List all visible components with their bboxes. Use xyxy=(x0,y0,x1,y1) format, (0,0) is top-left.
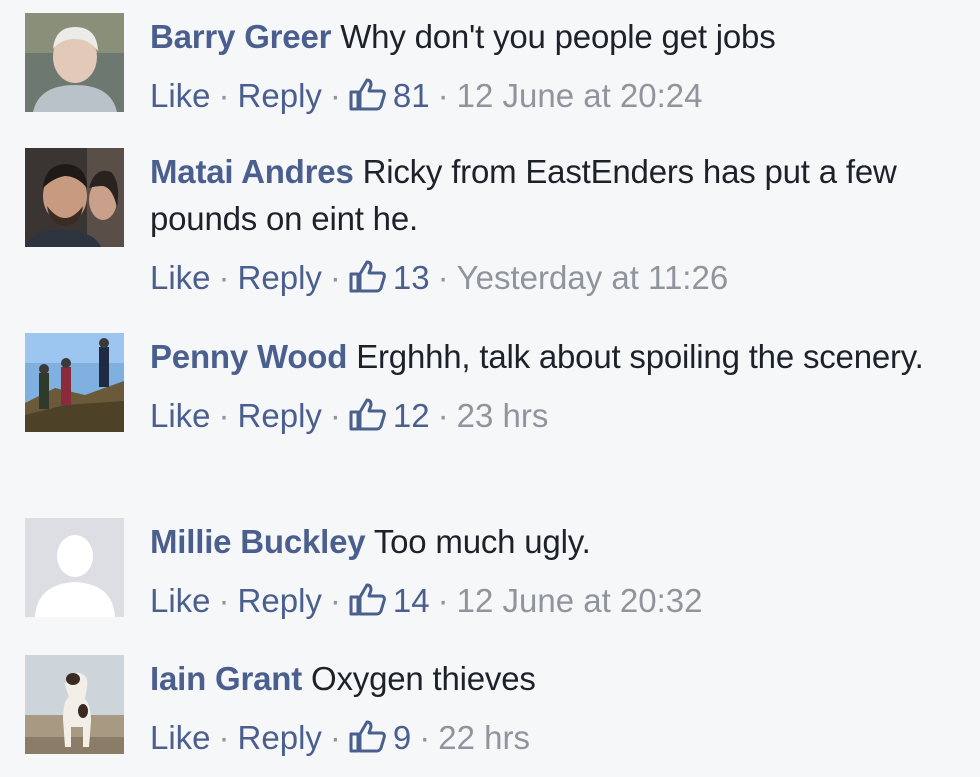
like-count-value: 81 xyxy=(392,77,430,114)
comment-text: Erghhh, talk about spoiling the scenery. xyxy=(356,338,924,375)
like-link[interactable]: Like xyxy=(150,259,211,296)
separator-dot: · xyxy=(218,719,230,756)
comment-author[interactable]: Iain Grant xyxy=(150,660,302,697)
like-count[interactable]: 12 xyxy=(349,397,430,434)
comment-text: Too much ugly. xyxy=(373,523,591,560)
like-count[interactable]: 14 xyxy=(349,582,430,619)
comment-author[interactable]: Millie Buckley xyxy=(150,523,366,560)
thumbs-up-icon xyxy=(349,260,386,293)
comment-author[interactable]: Barry Greer xyxy=(150,18,331,55)
separator-dot: · xyxy=(218,77,230,114)
like-count-value: 12 xyxy=(392,397,430,434)
separator-dot: · xyxy=(218,582,230,619)
reply-link[interactable]: Reply xyxy=(238,77,322,114)
separator-dot: · xyxy=(329,719,341,756)
like-count[interactable]: 81 xyxy=(349,77,430,114)
separator-dot: · xyxy=(437,259,449,296)
timestamp[interactable]: 23 hrs xyxy=(457,397,549,434)
reply-link[interactable]: Reply xyxy=(238,259,322,296)
separator-dot: · xyxy=(437,77,449,114)
thumbs-up-icon xyxy=(349,398,386,431)
separator-dot: · xyxy=(329,77,341,114)
timestamp[interactable]: 22 hrs xyxy=(438,719,530,756)
avatar[interactable] xyxy=(25,148,124,247)
like-link[interactable]: Like xyxy=(150,397,211,434)
reply-link[interactable]: Reply xyxy=(238,397,322,434)
like-link[interactable]: Like xyxy=(150,719,211,756)
separator-dot: · xyxy=(419,719,431,756)
comment-text: Why don't you people get jobs xyxy=(340,18,776,55)
avatar[interactable] xyxy=(25,518,124,617)
separator-dot: · xyxy=(218,397,230,434)
reply-link[interactable]: Reply xyxy=(238,582,322,619)
separator-dot: · xyxy=(437,582,449,619)
comment-text: Oxygen thieves xyxy=(311,660,536,697)
separator-dot: · xyxy=(329,582,341,619)
separator-dot: · xyxy=(218,259,230,296)
separator-dot: · xyxy=(437,397,449,434)
comment-list: Barry Greer Why don't you people get job… xyxy=(0,0,980,777)
like-count[interactable]: 9 xyxy=(349,719,411,756)
reply-link[interactable]: Reply xyxy=(238,719,322,756)
separator-dot: · xyxy=(329,259,341,296)
timestamp[interactable]: 12 June at 20:32 xyxy=(457,582,703,619)
timestamp[interactable]: Yesterday at 11:26 xyxy=(457,259,729,296)
avatar[interactable] xyxy=(25,655,124,754)
comment-author[interactable]: Penny Wood xyxy=(150,338,347,375)
thumbs-up-icon xyxy=(349,583,386,616)
like-count[interactable]: 13 xyxy=(349,259,430,296)
avatar[interactable] xyxy=(25,333,124,432)
like-link[interactable]: Like xyxy=(150,77,211,114)
like-count-value: 9 xyxy=(392,719,412,756)
like-link[interactable]: Like xyxy=(150,582,211,619)
separator-dot: · xyxy=(329,397,341,434)
thumbs-up-icon xyxy=(349,720,386,753)
like-count-value: 13 xyxy=(392,259,430,296)
timestamp[interactable]: 12 June at 20:24 xyxy=(457,77,703,114)
thumbs-up-icon xyxy=(349,78,386,111)
comment-author[interactable]: Matai Andres xyxy=(150,153,354,190)
like-count-value: 14 xyxy=(392,582,430,619)
avatar[interactable] xyxy=(25,13,124,112)
